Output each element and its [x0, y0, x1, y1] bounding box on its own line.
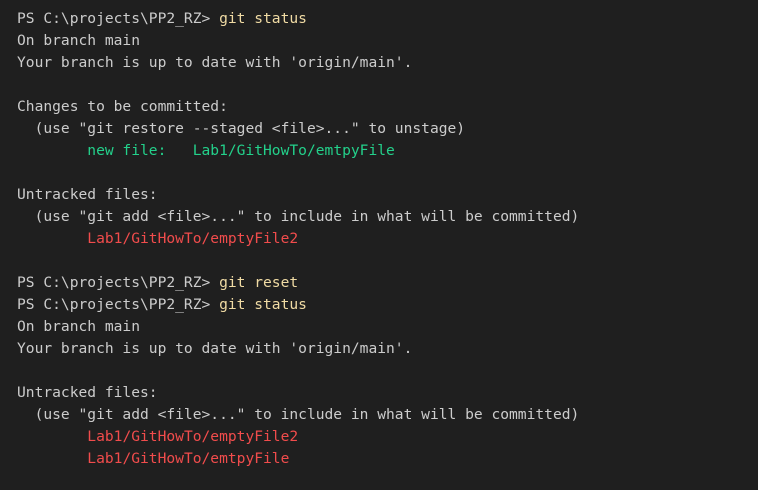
command-text: git reset: [219, 274, 299, 291]
up-to-date-line: Your branch is up to date with 'origin/m…: [17, 54, 413, 71]
staged-file-line: new file: Lab1/GitHowTo/emtpyFile: [17, 140, 758, 162]
add-hint: (use "git add <file>..." to include in w…: [17, 406, 580, 423]
prompt: PS C:\projects\PP2_RZ>: [17, 274, 220, 291]
command-text: git status: [219, 10, 307, 27]
prompt-line: PS C:\projects\PP2_RZ> git status: [17, 294, 758, 316]
new-file-label: new file:: [17, 142, 193, 159]
untracked-file-path: Lab1/GitHowTo/emtpyFile: [87, 450, 290, 467]
restore-hint: (use "git restore --staged <file>..." to…: [17, 120, 466, 137]
untracked-header: Untracked files:: [17, 384, 158, 401]
command-text: git status: [219, 296, 307, 313]
add-hint: (use "git add <file>..." to include in w…: [17, 208, 580, 225]
branch-line: On branch main: [17, 32, 141, 49]
untracked-file-line: Lab1/GitHowTo/emtpyFile: [17, 448, 758, 470]
changes-header: Changes to be committed:: [17, 98, 228, 115]
untracked-file-line: Lab1/GitHowTo/emptyFile2: [17, 426, 758, 448]
untracked-file-path: Lab1/GitHowTo/emptyFile2: [87, 230, 299, 247]
untracked-file-path: Lab1/GitHowTo/emptyFile2: [87, 428, 299, 445]
prompt-line: PS C:\projects\PP2_RZ> git status: [17, 8, 758, 30]
terminal-output[interactable]: PS C:\projects\PP2_RZ> git status On bra…: [0, 0, 758, 490]
staged-file-path: Lab1/GitHowTo/emtpyFile: [192, 142, 395, 159]
prompt-line: PS C:\projects\PP2_RZ> git reset: [17, 272, 758, 294]
up-to-date-line: Your branch is up to date with 'origin/m…: [17, 340, 413, 357]
untracked-file-line: Lab1/GitHowTo/emptyFile2: [17, 228, 758, 250]
prompt: PS C:\projects\PP2_RZ>: [17, 10, 220, 27]
untracked-header: Untracked files:: [17, 186, 158, 203]
prompt: PS C:\projects\PP2_RZ>: [17, 296, 220, 313]
branch-line: On branch main: [17, 318, 141, 335]
